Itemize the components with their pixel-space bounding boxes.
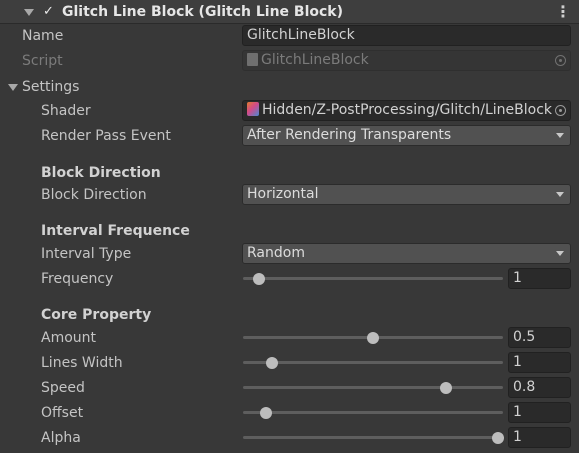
shader-value: Hidden/Z-PostProcessing/Glitch/LineBlock [262, 102, 553, 118]
amount-input[interactable]: 0.5 [508, 327, 571, 348]
name-label: Name [22, 28, 64, 44]
lines-width-slider-track[interactable] [243, 356, 503, 369]
object-picker-icon[interactable] [555, 105, 566, 116]
component-title[interactable]: Glitch Line Block (Glitch Line Block) [62, 2, 343, 22]
script-file-icon [247, 53, 258, 66]
render-pass-event-label: Render Pass Event [41, 128, 171, 144]
chevron-down-icon [556, 192, 564, 197]
offset-label: Offset [41, 405, 84, 421]
amount-slider-track[interactable] [243, 331, 503, 344]
alpha-slider-track[interactable] [243, 431, 504, 444]
shader-object-field[interactable]: Hidden/Z-PostProcessing/Glitch/LineBlock [242, 100, 571, 121]
amount-slider-thumb[interactable] [367, 331, 379, 344]
alpha-label: Alpha [41, 430, 81, 446]
block-direction-label: Block Direction [41, 187, 147, 203]
component-header: ✓ Glitch Line Block (Glitch Line Block) … [0, 0, 579, 24]
chevron-down-icon [556, 251, 564, 256]
name-value: GlitchLineBlock [247, 27, 355, 43]
lines-width-input[interactable]: 1 [508, 352, 571, 373]
block-direction-value: Horizontal [247, 186, 319, 202]
speed-slider-thumb[interactable] [439, 381, 452, 394]
shader-icon [247, 102, 259, 116]
script-value: GlitchLineBlock [261, 52, 369, 68]
alpha-slider-thumb[interactable] [491, 431, 504, 444]
enabled-checkbox[interactable]: ✓ [41, 4, 56, 19]
kebab-menu-icon[interactable]: ⋮ [555, 2, 571, 22]
settings-foldout-label[interactable]: Settings [22, 77, 79, 97]
name-input[interactable]: GlitchLineBlock [242, 25, 571, 46]
frequency-input[interactable]: 1 [508, 268, 571, 289]
interval-type-dropdown[interactable]: Random [242, 243, 571, 264]
interval-type-value: Random [247, 245, 305, 261]
render-pass-event-dropdown[interactable]: After Rendering Transparents [242, 125, 571, 146]
triangle-down-icon[interactable] [8, 84, 18, 91]
render-pass-event-value: After Rendering Transparents [247, 127, 452, 143]
chevron-down-icon [556, 133, 564, 138]
frequency-label: Frequency [41, 271, 114, 287]
block-direction-dropdown[interactable]: Horizontal [242, 184, 571, 205]
object-picker-icon [555, 55, 566, 66]
interval-frequence-header: Interval Frequence [41, 223, 190, 239]
frequency-slider-track[interactable] [243, 272, 503, 285]
frequency-slider-thumb[interactable] [252, 272, 265, 285]
offset-slider-thumb[interactable] [260, 406, 273, 419]
offset-input[interactable]: 1 [508, 402, 571, 423]
speed-label: Speed [41, 380, 85, 396]
speed-slider-track[interactable] [243, 381, 503, 394]
speed-input[interactable]: 0.8 [508, 377, 571, 398]
alpha-input[interactable]: 1 [508, 427, 571, 448]
offset-slider-track[interactable] [243, 406, 503, 419]
script-field: GlitchLineBlock [242, 50, 571, 71]
shader-label: Shader [41, 103, 91, 119]
triangle-down-icon[interactable] [24, 9, 34, 16]
interval-type-label: Interval Type [41, 246, 132, 262]
block-direction-header: Block Direction [41, 165, 161, 181]
amount-label: Amount [41, 330, 97, 346]
core-property-header: Core Property [41, 307, 152, 323]
lines-width-label: Lines Width [41, 355, 123, 371]
lines-width-slider-thumb[interactable] [265, 356, 278, 369]
script-label: Script [22, 53, 63, 69]
